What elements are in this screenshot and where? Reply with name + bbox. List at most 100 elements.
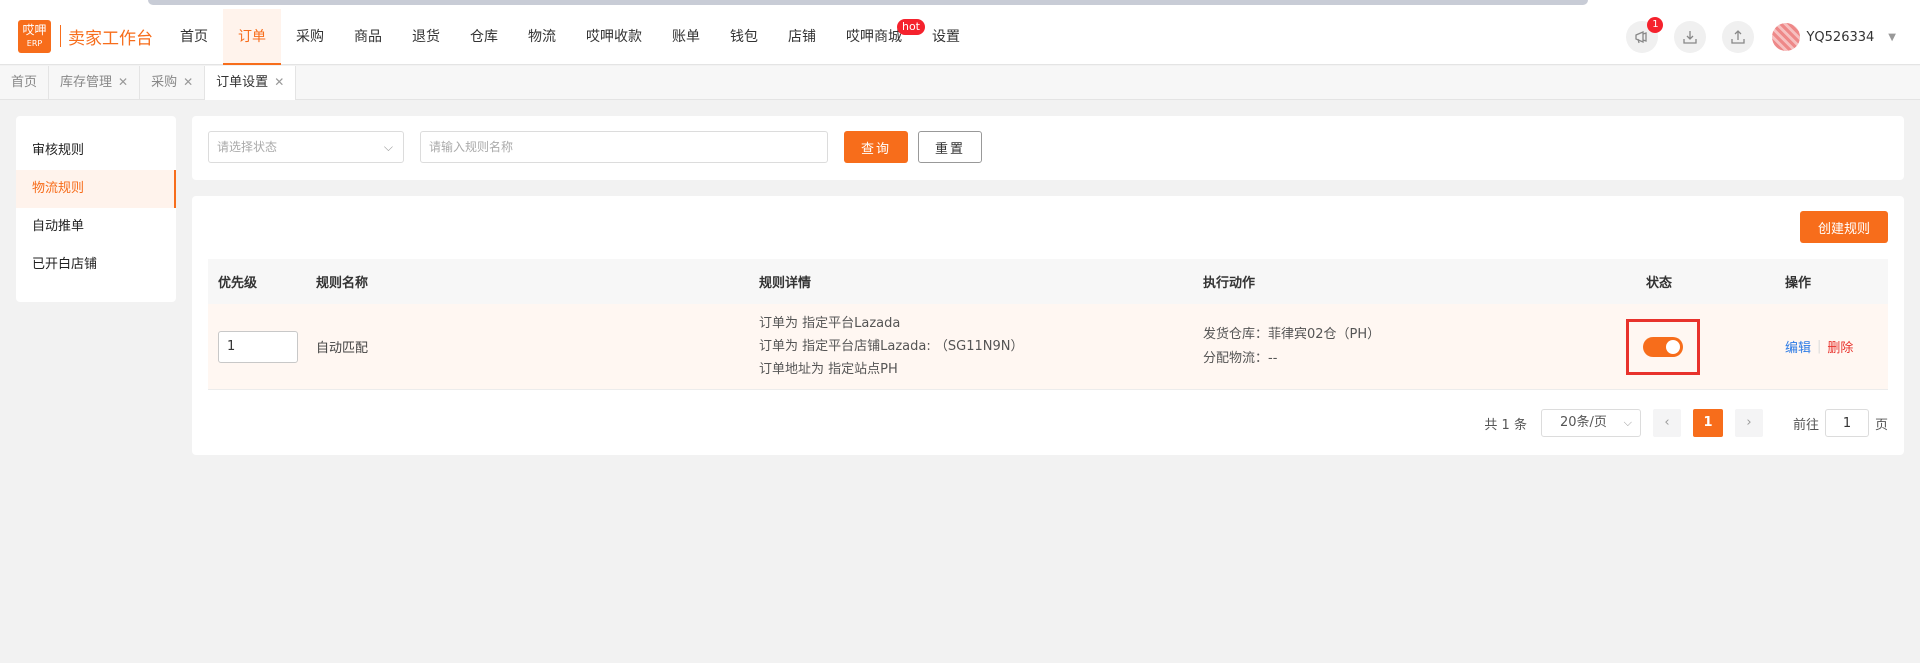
notifications-button[interactable]: 1 bbox=[1626, 17, 1664, 53]
nav-item-returns[interactable]: 退货 bbox=[397, 9, 455, 65]
nav-item-label: 订单 bbox=[238, 29, 266, 45]
filter-bar: 请选择状态 ⌵ 查询 重置 bbox=[192, 116, 1904, 180]
tab-purchase[interactable]: 采购 ✕ bbox=[140, 66, 206, 99]
nav-item-products[interactable]: 商品 bbox=[339, 9, 397, 65]
page-size-select[interactable]: 20条/页 ⌵ bbox=[1540, 409, 1641, 437]
rule-detail-line: 订单地址为 指定站点PH bbox=[759, 362, 898, 377]
status-cell bbox=[1626, 304, 1700, 389]
table-row: 自动匹配 订单为 指定平台Lazada 订单为 指定平台店铺Lazada: （S… bbox=[208, 304, 1888, 390]
nav-item-label: 采购 bbox=[296, 29, 324, 45]
goto-page-input[interactable] bbox=[1824, 409, 1869, 437]
header-actions: 1 YQ526334 ▼ bbox=[1610, 17, 1896, 55]
rules-panel: 创建规则 优先级 规则名称 规则详情 执行动作 状态 操作 自动匹配 订单为 指… bbox=[192, 196, 1904, 455]
pagination: 共 1 条 20条/页 ⌵ ‹ 1 › 前往 页 bbox=[1484, 409, 1888, 437]
top-navbar: 哎呷 ERP 卖家工作台 首页 订单 采购 商品 退货 仓库 物流 哎呷收款 账… bbox=[0, 9, 1920, 65]
col-status: 状态 bbox=[1646, 259, 1672, 304]
nav-item-bills[interactable]: 账单 bbox=[657, 9, 715, 65]
logo-subtext: ERP bbox=[26, 38, 43, 48]
upload-button[interactable] bbox=[1722, 21, 1755, 53]
prev-page-button[interactable]: ‹ bbox=[1652, 409, 1681, 437]
nav-item-label: 仓库 bbox=[470, 29, 498, 45]
nav-item-purchase[interactable]: 采购 bbox=[281, 9, 339, 65]
toggle-knob bbox=[1666, 339, 1680, 354]
nav-item-settings[interactable]: 设置 bbox=[917, 9, 975, 65]
nav-item-label: 退货 bbox=[412, 29, 440, 45]
nav-item-warehouse[interactable]: 仓库 bbox=[455, 9, 513, 65]
tab-home[interactable]: 首页 bbox=[0, 66, 50, 99]
nav-item-home[interactable]: 首页 bbox=[165, 9, 223, 65]
action-line: 分配物流：-- bbox=[1203, 350, 1278, 366]
create-rule-button[interactable]: 创建规则 bbox=[1800, 211, 1888, 243]
column-header: 状态 bbox=[1646, 276, 1673, 291]
nav-item-stores[interactable]: 店铺 bbox=[773, 9, 831, 65]
nav-item-label: 首页 bbox=[180, 29, 208, 45]
sidebar-item-whitelisted-stores[interactable]: 已开白店铺 bbox=[16, 246, 176, 284]
download-icon bbox=[1683, 31, 1698, 44]
sidebar-item-label: 自动推单 bbox=[32, 219, 85, 234]
action-cell: 发货仓库：菲律宾02仓（PH） 分配物流：-- bbox=[1203, 304, 1380, 389]
nav-item-mall[interactable]: 哎呷商城 hot bbox=[831, 9, 925, 65]
column-header: 规则详情 bbox=[759, 276, 812, 291]
sidebar-item-auto-push[interactable]: 自动推单 bbox=[16, 208, 176, 246]
nav-item-logistics[interactable]: 物流 bbox=[513, 9, 571, 65]
column-header: 规则名称 bbox=[316, 276, 369, 291]
query-button[interactable]: 查询 bbox=[844, 131, 908, 163]
upload-icon bbox=[1731, 30, 1746, 44]
page-number-current[interactable]: 1 bbox=[1692, 409, 1723, 437]
status-select[interactable]: 请选择状态 ⌵ bbox=[208, 131, 404, 163]
sidebar-item-logistics-rules[interactable]: 物流规则 bbox=[16, 170, 176, 208]
settings-sidebar: 审核规则 物流规则 自动推单 已开白店铺 bbox=[16, 116, 176, 302]
action-line: 发货仓库：菲律宾02仓（PH） bbox=[1203, 326, 1381, 342]
rule-detail-line: 订单为 指定平台店铺Lazada: （SG11N9N） bbox=[759, 339, 1024, 354]
status-select-placeholder: 请选择状态 bbox=[217, 140, 278, 154]
nav-item-label: 哎呷商城 bbox=[846, 29, 902, 45]
sidebar-item-audit-rules[interactable]: 审核规则 bbox=[16, 132, 176, 170]
nav-item-collection[interactable]: 哎呷收款 bbox=[571, 9, 657, 65]
close-icon[interactable]: ✕ bbox=[274, 75, 284, 89]
nav-item-label: 账单 bbox=[672, 29, 700, 45]
nav-item-label: 设置 bbox=[932, 29, 960, 45]
rule-name: 自动匹配 bbox=[316, 341, 369, 356]
delete-link[interactable]: 删除 bbox=[1827, 337, 1853, 356]
rule-details-cell: 订单为 指定平台Lazada 订单为 指定平台店铺Lazada: （SG11N9… bbox=[759, 304, 1023, 389]
total-count: 共 1 条 bbox=[1484, 417, 1527, 433]
chevron-down-icon[interactable]: ▼ bbox=[1888, 32, 1896, 43]
tab-label: 库存管理 bbox=[60, 75, 113, 90]
chevron-right-icon: › bbox=[1746, 415, 1752, 430]
priority-input[interactable] bbox=[218, 330, 298, 363]
megaphone-icon bbox=[1635, 31, 1648, 44]
nav-item-wallet[interactable]: 钱包 bbox=[715, 9, 773, 65]
col-rule-details: 规则详情 bbox=[759, 259, 811, 304]
logo-divider bbox=[60, 25, 61, 47]
next-page-button[interactable]: › bbox=[1734, 409, 1763, 437]
close-icon[interactable]: ✕ bbox=[118, 75, 128, 89]
reset-button[interactable]: 重置 bbox=[918, 131, 982, 163]
goto-label: 前往 bbox=[1792, 417, 1819, 433]
tab-inventory[interactable]: 库存管理 ✕ bbox=[49, 66, 141, 99]
download-button[interactable] bbox=[1674, 21, 1707, 53]
table-header: 优先级 规则名称 规则详情 执行动作 状态 操作 bbox=[208, 259, 1888, 304]
logo[interactable]: 哎呷 ERP 卖家工作台 bbox=[18, 19, 153, 53]
close-icon[interactable]: ✕ bbox=[183, 75, 193, 89]
status-toggle[interactable] bbox=[1643, 336, 1683, 357]
operation-divider: | bbox=[1817, 339, 1822, 354]
nav-item-orders[interactable]: 订单 bbox=[223, 9, 281, 65]
notification-count-badge: 1 bbox=[1647, 17, 1664, 33]
tab-label: 订单设置 bbox=[216, 75, 269, 90]
sidebar-item-label: 物流规则 bbox=[32, 181, 85, 196]
sidebar-item-label: 审核规则 bbox=[32, 143, 85, 158]
chevron-down-icon: ⌵ bbox=[1623, 416, 1632, 429]
edit-link[interactable]: 编辑 bbox=[1785, 337, 1811, 356]
nav-item-label: 哎呷收款 bbox=[586, 29, 642, 45]
username[interactable]: YQ526334 bbox=[1806, 30, 1874, 45]
rule-name-cell: 自动匹配 bbox=[316, 304, 368, 389]
priority-cell bbox=[218, 304, 298, 389]
tab-order-settings[interactable]: 订单设置 ✕ bbox=[205, 66, 297, 100]
status-highlight-box bbox=[1626, 318, 1700, 375]
page-tabs: 首页 库存管理 ✕ 采购 ✕ 订单设置 ✕ bbox=[0, 66, 1920, 100]
avatar[interactable] bbox=[1772, 23, 1801, 51]
rule-name-input[interactable] bbox=[420, 131, 828, 163]
rule-detail-line: 订单为 指定平台Lazada bbox=[759, 316, 901, 331]
nav-item-label: 商品 bbox=[354, 29, 382, 45]
nav-item-label: 物流 bbox=[528, 29, 556, 45]
